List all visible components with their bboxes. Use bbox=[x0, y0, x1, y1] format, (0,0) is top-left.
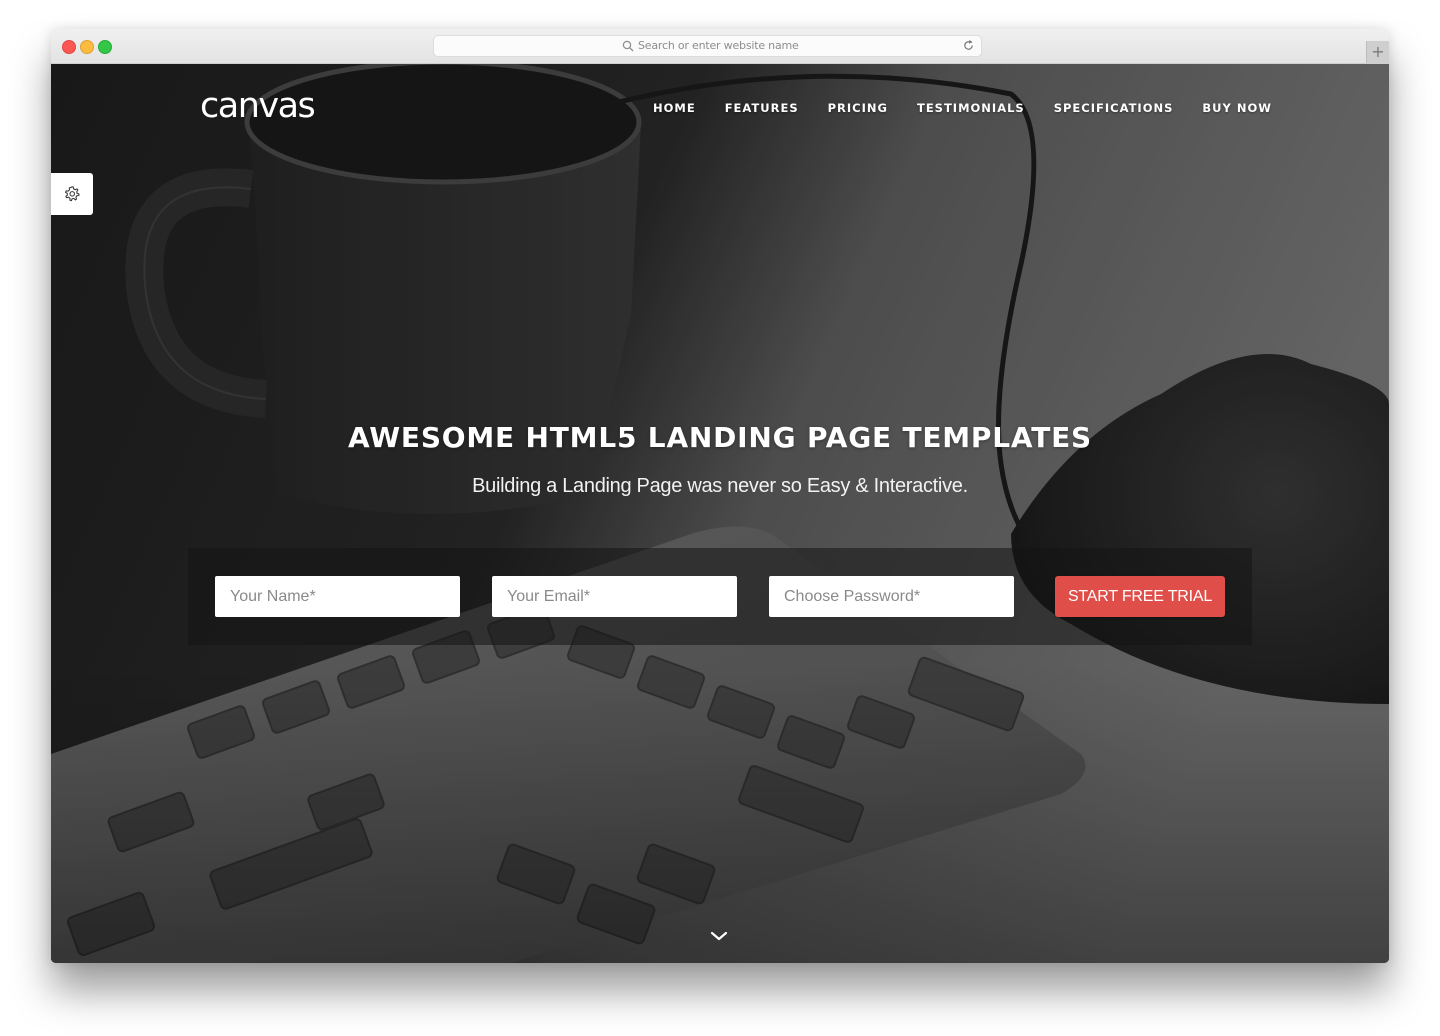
main-nav: HOME FEATURES PRICING TESTIMONIALS SPECI… bbox=[653, 101, 1272, 115]
search-icon bbox=[622, 40, 634, 52]
signup-form: START FREE TRIAL bbox=[188, 548, 1252, 645]
close-window-button[interactable] bbox=[62, 40, 76, 54]
nav-specifications[interactable]: SPECIFICATIONS bbox=[1054, 101, 1174, 115]
maximize-window-button[interactable] bbox=[98, 40, 112, 54]
new-tab-button[interactable]: + bbox=[1366, 41, 1389, 63]
start-free-trial-button[interactable]: START FREE TRIAL bbox=[1055, 576, 1225, 617]
settings-button[interactable] bbox=[51, 173, 93, 215]
site-logo[interactable]: canvas bbox=[200, 86, 316, 126]
gear-icon bbox=[65, 186, 80, 202]
minimize-window-button[interactable] bbox=[80, 40, 94, 54]
email-input[interactable] bbox=[492, 576, 737, 617]
name-input[interactable] bbox=[215, 576, 460, 617]
address-bar-placeholder: Search or enter website name bbox=[638, 39, 799, 52]
nav-buy-now[interactable]: BUY NOW bbox=[1202, 101, 1272, 115]
nav-home[interactable]: HOME bbox=[653, 101, 696, 115]
hero-background-photo bbox=[51, 64, 1389, 963]
plus-icon: + bbox=[1371, 42, 1385, 61]
address-bar[interactable]: Search or enter website name bbox=[434, 36, 981, 56]
reload-icon[interactable] bbox=[962, 39, 975, 52]
nav-features[interactable]: FEATURES bbox=[725, 101, 799, 115]
hero-section: canvas HOME FEATURES PRICING TESTIMONIAL… bbox=[51, 64, 1389, 963]
browser-titlebar: Search or enter website name + bbox=[51, 29, 1389, 64]
password-input[interactable] bbox=[769, 576, 1014, 617]
nav-pricing[interactable]: PRICING bbox=[828, 101, 888, 115]
hero-subtitle: Building a Landing Page was never so Eas… bbox=[472, 475, 968, 497]
chevron-down-icon[interactable] bbox=[710, 930, 728, 942]
nav-testimonials[interactable]: TESTIMONIALS bbox=[917, 101, 1025, 115]
browser-window: Search or enter website name + canvas HO… bbox=[51, 29, 1389, 963]
hero-title: AWESOME HTML5 LANDING PAGE TEMPLATES bbox=[348, 421, 1092, 454]
